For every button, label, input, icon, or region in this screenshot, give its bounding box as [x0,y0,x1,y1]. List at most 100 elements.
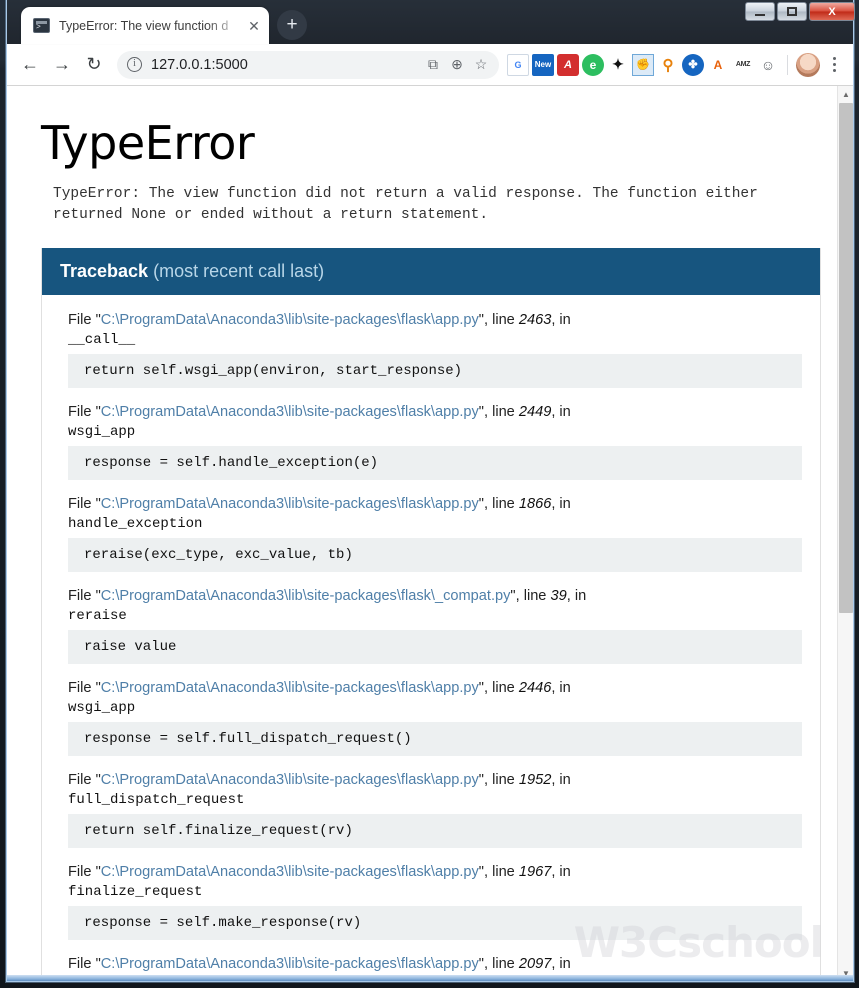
zoom-icon[interactable]: ⊕ [445,53,469,77]
maximize-button[interactable] [777,2,807,21]
line-number: 1952 [518,772,552,788]
traceback-frames: File "C:\ProgramData\Anaconda3\lib\site-… [42,295,820,981]
line-label: ", line [478,496,519,512]
tab-title: TypeError: The view function d [59,18,229,33]
evernote-extension[interactable]: e [582,53,604,76]
toolbar-divider [787,54,788,75]
frame-code: response = self.make_response(rv) [68,906,802,940]
minimize-icon [755,13,765,16]
in-label: , in [551,404,571,420]
line-label: ", line [478,864,519,880]
snagit-new-extension[interactable]: New [532,53,554,76]
path: C:\ProgramData\Anaconda3\lib\site-packag… [100,312,479,328]
maximize-icon [787,7,797,16]
frame-location: File "C:\ProgramData\Anaconda3\lib\site-… [68,861,802,884]
frame-function: full_dispatch_request [68,792,245,808]
line-number: 39 [550,588,567,604]
line-number: 1967 [518,864,552,880]
file-prefix: File " [68,496,101,512]
error-description: TypeError: The view function did not ret… [53,186,758,223]
orange-search-extension[interactable]: ⚲ [657,54,679,76]
traceback-header: Traceback (most recent call last) [42,248,820,295]
in-label: , in [551,496,571,512]
path: C:\ProgramData\Anaconda3\lib\site-packag… [100,588,511,604]
frame-function: wsgi_app [68,700,136,716]
path: C:\ProgramData\Anaconda3\lib\site-packag… [100,680,479,696]
frame-code: response = self.full_dispatch_request() [68,722,802,756]
avatar[interactable] [796,52,820,77]
file-prefix: File " [68,680,101,696]
smiley-extension[interactable]: ☺ [757,54,779,76]
traceback-frame: File "C:\ProgramData\Anaconda3\lib\site-… [68,585,802,664]
traceback-frame: File "C:\ProgramData\Anaconda3\lib\site-… [68,953,802,976]
back-button[interactable]: ← [15,50,45,80]
frame-location: File "C:\ProgramData\Anaconda3\lib\site-… [68,953,802,976]
frame-location: File "C:\ProgramData\Anaconda3\lib\site-… [68,769,802,792]
frame-location: File "C:\ProgramData\Anaconda3\lib\site-… [68,401,802,424]
scroll-up-icon[interactable]: ▲ [838,86,853,102]
page-scrollbar[interactable]: ▲ ▼ [837,86,853,981]
forward-button[interactable]: → [47,50,77,80]
google-translate-extension[interactable]: G [507,53,529,76]
close-button[interactable]: X [809,2,855,21]
frame-function: reraise [68,608,127,624]
amz-tracker-extension[interactable]: AMZ [732,54,754,76]
page-title: TypeError [41,116,255,170]
frame-function: finalize_request [68,884,203,900]
extensions-row: G New A e ✦ ✊ ⚲ ✤ A AMZ ☺ [507,52,845,77]
line-label: ", line [510,588,551,604]
window-bottom-edge [7,975,853,981]
az-pro-extension[interactable]: A [707,54,729,76]
window-controls: X [745,2,855,21]
fist-extension[interactable]: ✊ [632,53,654,76]
line-number: 1866 [518,496,552,512]
clover-extension[interactable]: ✤ [682,53,704,76]
browser-tab[interactable]: TypeError: The view function d ✕ [21,7,269,44]
path: C:\ProgramData\Anaconda3\lib\site-packag… [100,404,479,420]
frame-function: handle_exception [68,516,203,532]
adobe-acrobat-extension[interactable]: A [557,53,579,76]
line-number: 2446 [518,680,552,696]
browser-window: TypeError: The view function d ✕ + ← → ↻… [6,0,854,982]
path: C:\ProgramData\Anaconda3\lib\site-packag… [100,496,479,512]
traceback-header-title: Traceback [60,261,149,281]
black-bird-extension[interactable]: ✦ [607,54,629,76]
line-number: 2463 [518,312,552,328]
translate-icon[interactable]: ⧉ [421,53,445,77]
minimize-button[interactable] [745,2,775,21]
page-content: TypeError TypeError: The view function d… [7,86,837,981]
frame-location: File "C:\ProgramData\Anaconda3\lib\site-… [68,309,802,332]
traceback-panel: Traceback (most recent call last) File "… [41,248,821,981]
frame-location: File "C:\ProgramData\Anaconda3\lib\site-… [68,493,802,516]
in-label: , in [551,864,571,880]
traceback-frame: File "C:\ProgramData\Anaconda3\lib\site-… [68,769,802,848]
line-label: ", line [478,772,519,788]
reload-button[interactable]: ↻ [79,50,109,80]
new-tab-button[interactable]: + [277,10,307,40]
line-number: 2449 [518,404,552,420]
frame-code: response = self.handle_exception(e) [68,446,802,480]
frame-location: File "C:\ProgramData\Anaconda3\lib\site-… [68,677,802,700]
frame-code: return self.finalize_request(rv) [68,814,802,848]
terminal-icon [33,18,50,33]
frame-function: wsgi_app [68,424,136,440]
page-viewport: TypeError TypeError: The view function d… [7,86,853,981]
bookmark-star-icon[interactable]: ☆ [469,53,493,77]
line-label: ", line [478,312,519,328]
in-label: , in [551,312,571,328]
url-text: 127.0.0.1:5000 [151,56,248,73]
traceback-frame: File "C:\ProgramData\Anaconda3\lib\site-… [68,309,802,388]
scrollbar-thumb[interactable] [839,103,853,613]
site-info-icon[interactable]: i [127,57,142,72]
line-number: 2097 [518,956,552,972]
path: C:\ProgramData\Anaconda3\lib\site-packag… [100,864,479,880]
kebab-menu-icon[interactable] [823,53,845,77]
frame-code: reraise(exc_type, exc_value, tb) [68,538,802,572]
traceback-frame: File "C:\ProgramData\Anaconda3\lib\site-… [68,677,802,756]
traceback-frame: File "C:\ProgramData\Anaconda3\lib\site-… [68,401,802,480]
path: C:\ProgramData\Anaconda3\lib\site-packag… [100,772,479,788]
traceback-frame: File "C:\ProgramData\Anaconda3\lib\site-… [68,861,802,940]
frame-code: raise value [68,630,802,664]
close-icon[interactable]: ✕ [245,17,263,35]
address-bar[interactable]: i 127.0.0.1:5000 ⧉ ⊕ ☆ [117,50,499,79]
